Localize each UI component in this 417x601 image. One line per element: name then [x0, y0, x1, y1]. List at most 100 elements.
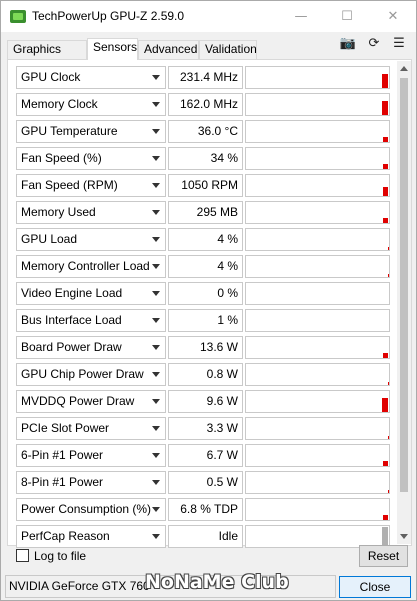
sensor-name-dropdown[interactable]: 8-Pin #1 Power [16, 471, 166, 494]
sensor-name-dropdown[interactable]: GPU Clock [16, 66, 166, 89]
title-bar[interactable]: TechPowerUp GPU-Z 2.59.0 — ☐ ✕ [1, 1, 416, 32]
reset-button[interactable]: Reset [359, 545, 408, 567]
sensor-name-dropdown[interactable]: PerfCap Reason [16, 525, 166, 548]
sensor-value: 1 % [168, 309, 243, 332]
sensor-name-dropdown[interactable]: Bus Interface Load [16, 309, 166, 332]
dropdown-arrow-icon[interactable] [152, 210, 160, 215]
sensor-value: 6.8 % TDP [168, 498, 243, 521]
dropdown-arrow-icon[interactable] [152, 237, 160, 242]
sensor-name-dropdown[interactable]: Fan Speed (%) [16, 147, 166, 170]
dropdown-arrow-icon[interactable] [152, 372, 160, 377]
sensor-name-dropdown[interactable]: Power Consumption (%) [16, 498, 166, 521]
sensor-graph [245, 336, 390, 359]
dropdown-arrow-icon[interactable] [152, 102, 160, 107]
graph-spike [383, 218, 388, 223]
gpuz-window: TechPowerUp GPU-Z 2.59.0 — ☐ ✕ Graphics … [0, 0, 417, 601]
dropdown-arrow-icon[interactable] [152, 291, 160, 296]
log-to-file-label[interactable]: Log to file [34, 549, 86, 563]
dropdown-arrow-icon[interactable] [152, 318, 160, 323]
sensor-value: 9.6 W [168, 390, 243, 413]
sensor-graph [245, 498, 390, 521]
sensor-name-label: 6-Pin #1 Power [21, 448, 104, 462]
sensor-name-dropdown[interactable]: Memory Used [16, 201, 166, 224]
menu-icon[interactable]: ☰ [390, 36, 408, 52]
sensor-name-dropdown[interactable]: MVDDQ Power Draw [16, 390, 166, 413]
sensor-name-label: Power Consumption (%) [21, 502, 152, 516]
tab-sensors[interactable]: Sensors [87, 38, 138, 60]
dropdown-arrow-icon[interactable] [152, 426, 160, 431]
sensor-value: 0.8 W [168, 363, 243, 386]
sensor-name-dropdown[interactable]: GPU Load [16, 228, 166, 251]
sensor-graph [245, 174, 390, 197]
graph-spike [382, 101, 388, 115]
sensor-name-dropdown[interactable]: GPU Chip Power Draw [16, 363, 166, 386]
sensor-name-dropdown[interactable]: Memory Controller Load [16, 255, 166, 278]
sensor-name-dropdown[interactable]: Memory Clock [16, 93, 166, 116]
sensor-name-dropdown[interactable]: Board Power Draw [16, 336, 166, 359]
tab-graphics-card[interactable]: Graphics Card [7, 40, 87, 73]
sensor-graph [245, 471, 390, 494]
dropdown-arrow-icon[interactable] [152, 183, 160, 188]
dropdown-arrow-icon[interactable] [152, 75, 160, 80]
dropdown-arrow-icon[interactable] [152, 399, 160, 404]
graph-spike [383, 461, 388, 466]
sensor-value: 4 % [168, 228, 243, 251]
sensor-value: 13.6 W [168, 336, 243, 359]
sensor-graph [245, 201, 390, 224]
maximize-button[interactable]: ☐ [324, 1, 370, 32]
sensor-value: 162.0 MHz [168, 93, 243, 116]
dropdown-arrow-icon[interactable] [152, 129, 160, 134]
dropdown-arrow-icon[interactable] [152, 480, 160, 485]
sensor-name-dropdown[interactable]: PCIe Slot Power [16, 417, 166, 440]
sensor-value: 34 % [168, 147, 243, 170]
graph-spike [382, 74, 388, 88]
sensor-name-label: MVDDQ Power Draw [21, 394, 135, 408]
sensor-name-label: Fan Speed (RPM) [21, 178, 118, 192]
sensor-graph [245, 390, 390, 413]
graph-spike [383, 137, 388, 142]
dropdown-arrow-icon[interactable] [152, 507, 160, 512]
sensor-graph [245, 93, 390, 116]
graph-spike [383, 187, 388, 196]
sensor-name-dropdown[interactable]: Fan Speed (RPM) [16, 174, 166, 197]
scrollbar-thumb[interactable] [400, 78, 408, 492]
sensor-graph [245, 444, 390, 467]
sensor-value: 231.4 MHz [168, 66, 243, 89]
minimize-button[interactable]: — [278, 1, 324, 32]
sensor-graph [245, 363, 390, 386]
sensor-value: 1050 RPM [168, 174, 243, 197]
sensor-value: 3.3 W [168, 417, 243, 440]
sensor-graph [245, 228, 390, 251]
sensor-name-dropdown[interactable]: GPU Temperature [16, 120, 166, 143]
vertical-scrollbar[interactable] [397, 61, 411, 544]
log-to-file-checkbox[interactable] [16, 549, 29, 562]
watermark-logo: NoNaMe Club [145, 571, 289, 593]
tab-validation[interactable]: Validation [199, 40, 257, 59]
dropdown-arrow-icon[interactable] [152, 156, 160, 161]
sensor-name-label: 8-Pin #1 Power [21, 475, 104, 489]
sensor-name-label: Memory Used [21, 205, 96, 219]
refresh-icon[interactable]: ⟳ [365, 36, 383, 52]
graph-spike [382, 398, 388, 412]
sensor-value: 36.0 °C [168, 120, 243, 143]
sensor-graph [245, 120, 390, 143]
close-button[interactable]: Close [339, 576, 411, 598]
sensor-name-dropdown[interactable]: Video Engine Load [16, 282, 166, 305]
dropdown-arrow-icon[interactable] [152, 453, 160, 458]
scroll-up-arrow-icon[interactable] [400, 66, 408, 71]
sensor-name-dropdown[interactable]: 6-Pin #1 Power [16, 444, 166, 467]
dropdown-arrow-icon[interactable] [152, 345, 160, 350]
close-window-button[interactable]: ✕ [370, 1, 416, 32]
dropdown-arrow-icon[interactable] [152, 534, 160, 539]
sensor-name-label: Memory Controller Load [21, 259, 150, 273]
sensor-graph [245, 282, 390, 305]
sensor-name-label: GPU Clock [21, 70, 81, 84]
sensor-name-label: PCIe Slot Power [21, 421, 110, 435]
sensor-name-label: Video Engine Load [21, 286, 123, 300]
graph-bar [382, 527, 388, 546]
sensor-value: 6.7 W [168, 444, 243, 467]
scroll-down-arrow-icon[interactable] [400, 534, 408, 539]
tab-advanced[interactable]: Advanced [138, 40, 199, 59]
dropdown-arrow-icon[interactable] [152, 264, 160, 269]
camera-icon[interactable]: 📷 [339, 36, 357, 52]
